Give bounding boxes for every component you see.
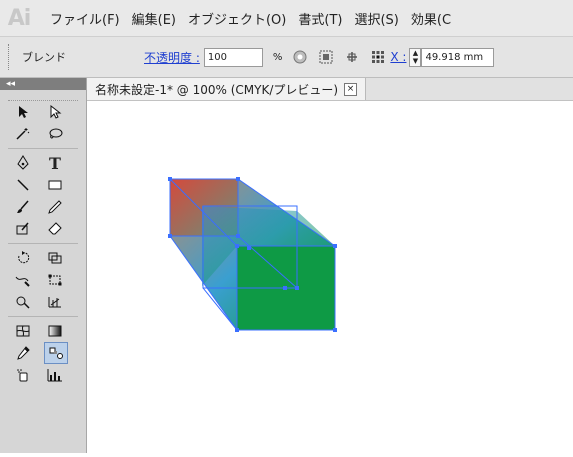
percent-label: % (272, 51, 283, 63)
app-logo: Ai (7, 5, 32, 31)
perspective-grid-tool[interactable] (44, 292, 66, 312)
control-bar-grip[interactable] (8, 44, 12, 70)
blob-brush-tool[interactable] (12, 219, 34, 239)
transform-icon[interactable] (344, 49, 360, 65)
symbol-sprayer-icon (17, 369, 28, 382)
x-position-field[interactable]: 49.918 mm (421, 47, 495, 67)
scale-tool[interactable] (44, 248, 66, 268)
warp-icon (15, 276, 30, 287)
menu-edit[interactable]: 編集(E) (132, 9, 176, 28)
line-tool[interactable] (12, 175, 34, 195)
column-graph-icon (47, 369, 62, 382)
blend-icon (49, 347, 63, 359)
reference-point-icon[interactable] (370, 49, 386, 65)
selection-tool[interactable] (12, 102, 34, 122)
opacity-label[interactable]: 不透明度 : (144, 49, 200, 66)
column-graph-tool[interactable] (44, 365, 66, 385)
control-bar: ブレンド 不透明度 : 100 % X : ▲ ▼ 49.918 mm (0, 37, 573, 78)
pen-tool[interactable] (12, 153, 34, 173)
menu-type[interactable]: 書式(T) (298, 9, 342, 28)
magic-wand-tool[interactable] (12, 124, 34, 144)
menu-select[interactable]: 選択(S) (354, 9, 398, 28)
blend-tool[interactable] (44, 342, 68, 364)
lasso-icon (49, 128, 63, 139)
gradient-icon (48, 325, 62, 337)
eyedropper-icon (17, 346, 30, 360)
rotate-tool[interactable] (12, 248, 34, 268)
perspective-grid-icon (48, 297, 61, 308)
x-position-label[interactable]: X : (390, 50, 406, 64)
pen-nib-icon (17, 155, 29, 170)
align-to-selection-icon[interactable] (318, 49, 334, 65)
opacity-field[interactable]: 100 (203, 47, 263, 67)
recolor-artwork-icon[interactable] (292, 49, 308, 65)
blend-artwork[interactable] (87, 101, 573, 453)
mesh-tool[interactable] (12, 321, 34, 341)
document-tab-title: 名称未設定-1* @ 100% (CMYK/プレビュー) (95, 82, 339, 97)
lasso-tool[interactable] (44, 124, 66, 144)
magic-wand-icon (16, 128, 30, 140)
pencil-icon (48, 200, 62, 214)
hollow-arrow-icon (50, 105, 62, 119)
blob-brush-icon (16, 222, 29, 235)
paintbrush-icon (17, 200, 29, 213)
tools-panel-collapse[interactable]: ◂◂ (0, 78, 86, 90)
rectangle-tool[interactable] (44, 175, 66, 195)
paintbrush-tool[interactable] (12, 197, 34, 217)
eraser-icon (48, 222, 62, 235)
menu-file[interactable]: ファイル(F) (50, 9, 120, 28)
x-stepper[interactable]: ▲ ▼ (409, 47, 422, 67)
close-tab-icon[interactable]: × (344, 82, 358, 96)
symbol-sprayer-tool[interactable] (12, 365, 34, 385)
rectangle-icon (48, 180, 62, 190)
type-tool[interactable]: T (44, 153, 66, 173)
direct-selection-tool[interactable] (44, 102, 66, 122)
free-transform-tool[interactable] (44, 270, 66, 290)
shape-builder-tool[interactable] (12, 292, 34, 312)
eyedropper-tool[interactable] (12, 343, 34, 363)
pencil-tool[interactable] (44, 197, 66, 217)
rotate-icon (18, 251, 30, 264)
menu-bar: Ai ファイル(F) 編集(E) オブジェクト(O) 書式(T) 選択(S) 効… (0, 0, 573, 37)
document-tab-bar: 名称未設定-1* @ 100% (CMYK/プレビュー) × (87, 78, 573, 101)
tools-panel-grip[interactable] (8, 90, 78, 101)
mesh-icon (16, 325, 30, 337)
shape-builder-icon (16, 296, 30, 309)
free-transform-icon (48, 274, 62, 286)
warp-tool[interactable] (12, 270, 34, 290)
document-tab[interactable]: 名称未設定-1* @ 100% (CMYK/プレビュー) × (87, 78, 367, 100)
arrow-icon (19, 106, 28, 118)
line-segment-icon (17, 179, 29, 191)
eraser-tool[interactable] (44, 219, 66, 239)
artboard-canvas[interactable] (87, 101, 573, 453)
gradient-tool[interactable] (44, 321, 66, 341)
menu-effect[interactable]: 効果(C (411, 9, 451, 28)
tools-panel: ◂◂ T (0, 78, 87, 453)
menu-object[interactable]: オブジェクト(O) (188, 9, 286, 28)
scale-icon (48, 252, 62, 264)
object-type-label: ブレンド (22, 51, 66, 64)
